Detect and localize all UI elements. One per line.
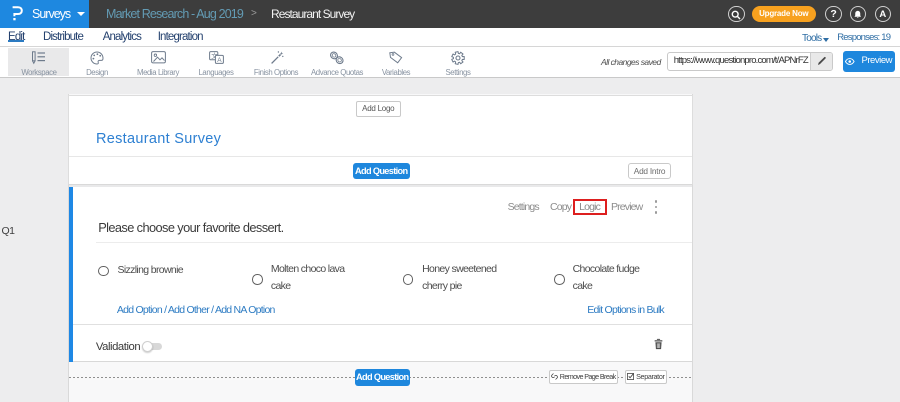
svg-text:A: A — [217, 56, 222, 63]
